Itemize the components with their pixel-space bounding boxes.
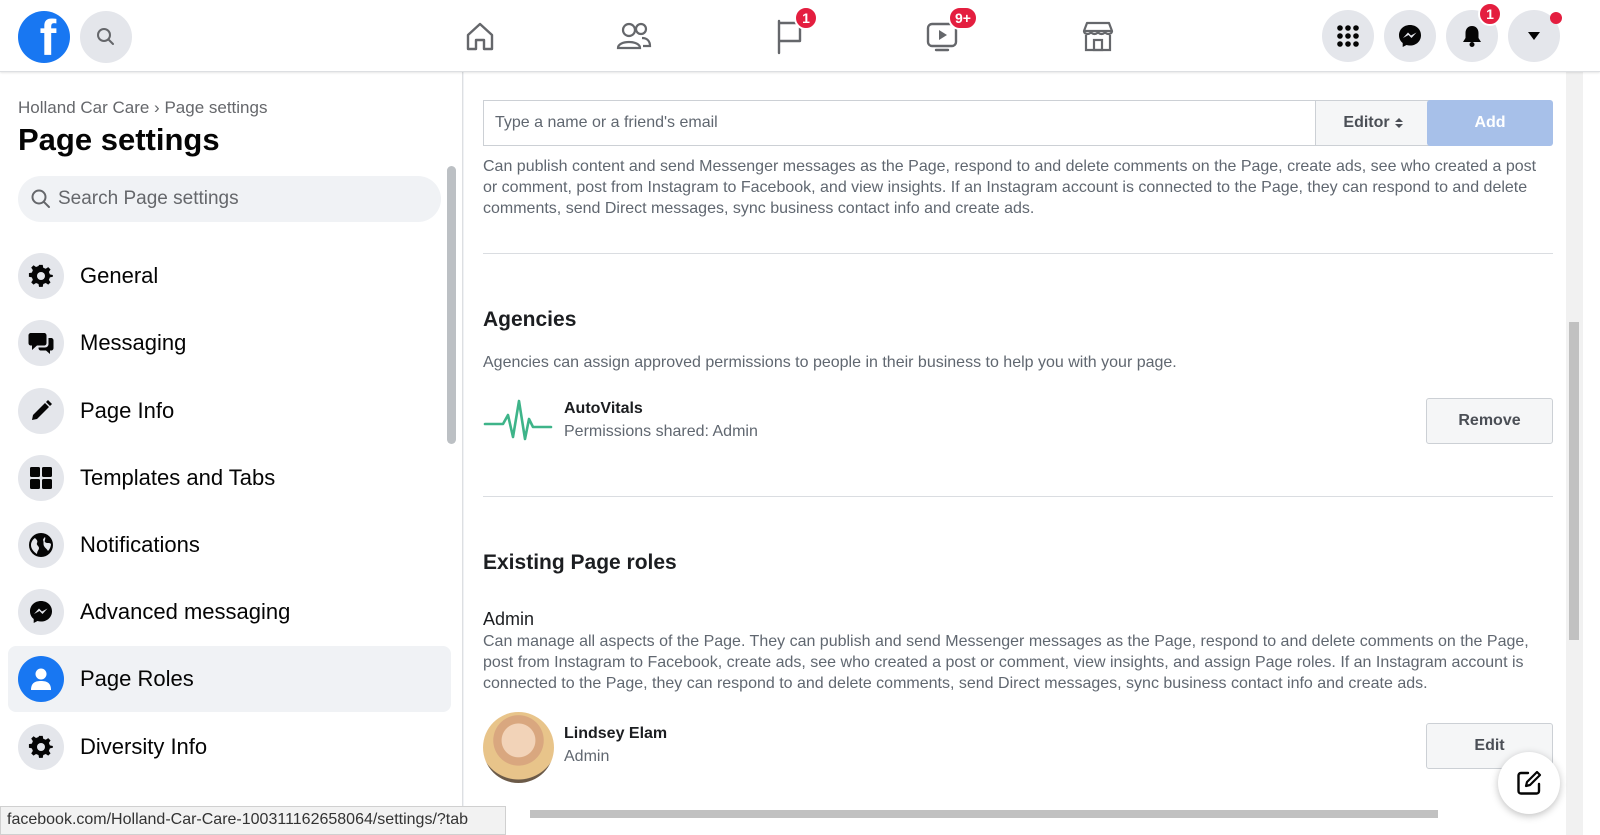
avatar[interactable]: [483, 712, 554, 783]
sidebar-item-label: Messaging: [80, 330, 187, 355]
divider: [483, 253, 1553, 254]
messenger-icon: [18, 589, 64, 635]
invite-person-input[interactable]: [483, 100, 1316, 146]
facebook-logo-letter: f: [39, 11, 57, 63]
sidebar-item-label: Page Info: [80, 398, 175, 423]
sidebar-item-page-roles[interactable]: Page Roles: [8, 646, 451, 712]
page-roles-panel: Editor Add Can publish content and send …: [464, 72, 1566, 835]
sidebar-item-label: Templates and Tabs: [80, 465, 276, 490]
sidebar-item-label: Page Roles: [80, 666, 194, 691]
add-role-button[interactable]: Add: [1427, 100, 1553, 146]
admin-role-description: Can manage all aspects of the Page. They…: [483, 633, 1529, 692]
settings-search-input[interactable]: [58, 188, 418, 210]
grid-icon: [18, 455, 64, 501]
horizontal-scrollbar[interactable]: [530, 810, 1438, 818]
settings-search[interactable]: [18, 176, 441, 222]
editor-role-description: Can publish content and send Messenger m…: [483, 158, 1537, 217]
role-person-name[interactable]: Lindsey Elam: [564, 725, 667, 743]
autovitals-logo-icon: [483, 397, 553, 447]
sidebar-item-templates-and-tabs[interactable]: Templates and Tabs: [8, 445, 451, 511]
breadcrumb[interactable]: Holland Car Care › Page settings: [18, 98, 267, 118]
apps-grid-icon: [1337, 25, 1359, 47]
existing-roles-title: Existing Page roles: [483, 551, 677, 574]
compose-icon: [1517, 770, 1542, 795]
nav-friends[interactable]: [612, 14, 656, 58]
chat-bubbles-icon: [18, 320, 64, 366]
agency-permissions: Permissions shared: Admin: [564, 423, 758, 440]
menu-button[interactable]: [1322, 10, 1374, 62]
person-icon: [18, 656, 64, 702]
main-scrollbar-thumb[interactable]: [1569, 322, 1579, 640]
sidebar-item-general[interactable]: General: [8, 243, 451, 309]
role-select-dropdown[interactable]: Editor: [1315, 100, 1432, 146]
home-icon: [466, 22, 494, 51]
gear-icon: [18, 724, 64, 770]
agencies-description: Agencies can assign approved permissions…: [483, 354, 1177, 371]
notifications-button[interactable]: 1: [1446, 2, 1502, 62]
sidebar-item-notifications[interactable]: Notifications: [8, 512, 451, 578]
nav-marketplace[interactable]: [1076, 14, 1120, 58]
search-button[interactable]: [80, 11, 132, 63]
sort-arrows-icon: [1394, 118, 1403, 128]
notifications-badge: 1: [1478, 2, 1502, 26]
agencies-title: Agencies: [483, 308, 577, 331]
bell-icon: [1463, 26, 1481, 47]
messenger-icon: [1399, 25, 1421, 47]
agency-name[interactable]: AutoVitals: [564, 400, 643, 418]
nav-pages[interactable]: 1: [768, 6, 818, 58]
window-edge: [1583, 72, 1600, 835]
sidebar-item-label: Notifications: [80, 532, 200, 557]
messenger-button[interactable]: [1384, 10, 1436, 62]
top-navigation-bar: f 1 9+ 1: [0, 0, 1600, 72]
remove-agency-button[interactable]: Remove: [1426, 398, 1553, 444]
sidebar-item-label: Advanced messaging: [80, 599, 291, 624]
sidebar-item-diversity-info[interactable]: Diversity Info: [8, 714, 451, 780]
status-bar-url: facebook.com/Holland-Car-Care-1003111626…: [0, 806, 506, 835]
role-select-value: Editor: [1343, 114, 1390, 131]
account-alert-dot: [1550, 12, 1562, 24]
caret-down-icon: [1528, 32, 1540, 40]
admin-role-heading: Admin: [483, 609, 535, 629]
role-person-role: Admin: [564, 748, 610, 765]
divider: [483, 496, 1553, 497]
watch-badge: 9+: [948, 6, 978, 30]
account-menu-button[interactable]: [1508, 10, 1562, 62]
friends-icon: [616, 22, 652, 50]
sidebar-item-label: General: [80, 263, 159, 288]
sidebar-scrollbar[interactable]: [447, 166, 456, 444]
sidebar-item-page-info[interactable]: Page Info: [8, 378, 451, 444]
globe-icon: [18, 522, 64, 568]
facebook-logo-icon[interactable]: f: [18, 11, 70, 63]
new-message-button[interactable]: [1498, 752, 1560, 814]
gear-icon: [18, 253, 64, 299]
search-icon: [97, 28, 114, 45]
sidebar-item-label: Diversity Info: [80, 734, 208, 759]
pencil-icon: [18, 388, 64, 434]
nav-home[interactable]: [458, 14, 502, 58]
nav-watch[interactable]: 9+: [920, 6, 978, 58]
main-scrollbar[interactable]: [1566, 72, 1583, 835]
marketplace-store-icon: [1082, 21, 1114, 52]
page-title: Page settings: [18, 122, 220, 157]
sidebar-item-advanced-messaging[interactable]: Advanced messaging: [8, 579, 451, 645]
pages-badge: 1: [794, 6, 818, 30]
sidebar-item-messaging[interactable]: Messaging: [8, 310, 451, 376]
settings-sidebar: Holland Car Care › Page settings Page se…: [0, 72, 463, 835]
search-icon: [31, 189, 50, 208]
